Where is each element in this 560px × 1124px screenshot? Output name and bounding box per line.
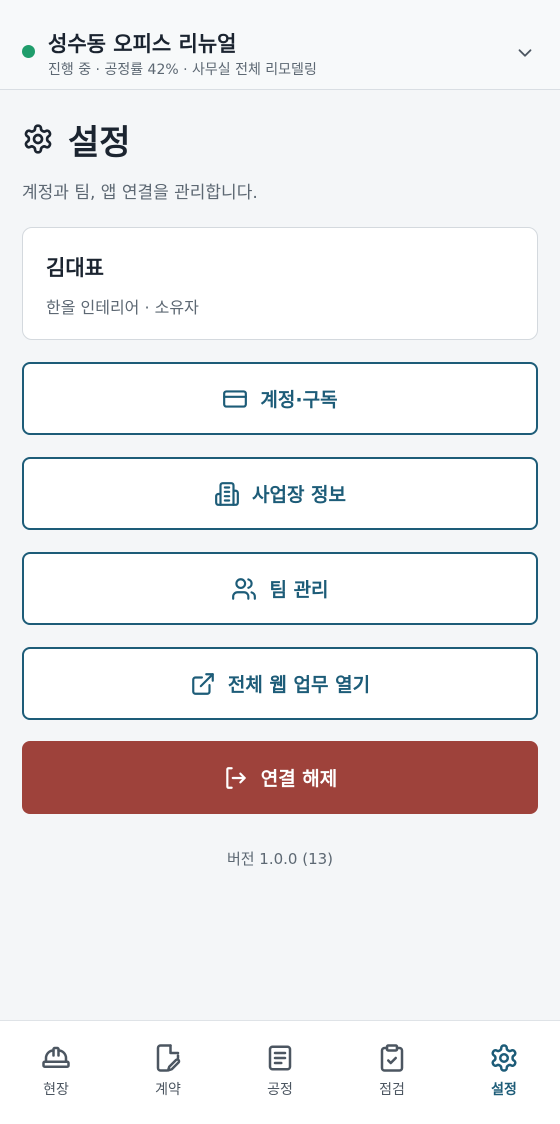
tab-contract[interactable]: 계약 [112, 1021, 224, 1124]
credit-card-icon [223, 389, 248, 408]
app-version: 버전 1.0.0 (13) [226, 850, 334, 868]
building-icon [215, 481, 239, 506]
team-management-label: 팀 관리 [269, 579, 329, 601]
disconnect-label: 연결 해제 [260, 768, 338, 790]
tab-settings-label: 설정 [491, 1082, 517, 1098]
tab-site-label: 현장 [43, 1082, 69, 1098]
page-description: 계정과 팀, 앱 연결을 관리합니다. [22, 183, 258, 203]
profile-meta: 한올 인테리어 · 소유자 [46, 298, 199, 317]
contract-edit-icon [156, 1044, 181, 1072]
external-link-icon [192, 672, 214, 695]
team-management-button[interactable]: 팀 관리 [22, 552, 538, 625]
project-status-dot [22, 45, 35, 58]
users-icon [232, 577, 257, 600]
profile-name: 김대표 [46, 256, 104, 280]
tab-inspection[interactable]: 점검 [336, 1021, 448, 1124]
tab-process-label: 공정 [267, 1082, 293, 1098]
gear-icon [24, 124, 52, 154]
document-list-icon [268, 1045, 292, 1071]
chevron-down-icon[interactable] [514, 42, 536, 64]
bottom-tab-bar: 현장 계약 공정 점검 설정 [0, 1020, 560, 1124]
page-heading: 설정 [22, 116, 131, 163]
business-info-label: 사업장 정보 [251, 484, 346, 506]
tab-process[interactable]: 공정 [224, 1021, 336, 1124]
hard-hat-icon [42, 1046, 70, 1068]
gear-icon [491, 1044, 517, 1072]
tab-contract-label: 계약 [155, 1082, 181, 1098]
disconnect-button[interactable]: 연결 해제 [22, 741, 538, 814]
project-header[interactable]: 성수동 오피스 리뉴얼 진행 중 · 공정률 42% · 사무실 전체 리모델링 [0, 0, 560, 90]
business-info-button[interactable]: 사업장 정보 [22, 457, 538, 530]
tab-settings[interactable]: 설정 [448, 1021, 560, 1124]
project-title: 성수동 오피스 리뉴얼 [48, 32, 237, 56]
account-subscription-label: 계정·구독 [260, 389, 338, 411]
project-subtitle: 진행 중 · 공정률 42% · 사무실 전체 리모델링 [48, 62, 317, 78]
profile-card: 김대표 한올 인테리어 · 소유자 [22, 227, 538, 340]
open-web-workspace-label: 전체 웹 업무 열기 [227, 674, 371, 696]
page-title: 설정 [68, 122, 131, 163]
open-web-workspace-button[interactable]: 전체 웹 업무 열기 [22, 647, 538, 720]
tab-site[interactable]: 현장 [0, 1021, 112, 1124]
clipboard-check-icon [380, 1044, 404, 1072]
tab-inspection-label: 점검 [379, 1082, 405, 1098]
account-subscription-button[interactable]: 계정·구독 [22, 362, 538, 435]
logout-icon [225, 766, 246, 789]
